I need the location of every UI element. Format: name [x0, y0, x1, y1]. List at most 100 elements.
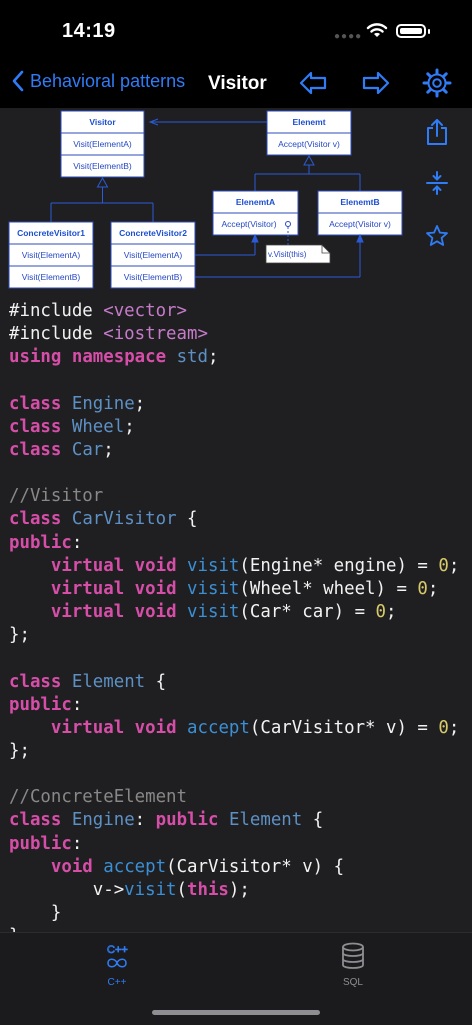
- arrow-left-icon[interactable]: [298, 69, 328, 97]
- code-token: }: [9, 903, 62, 924]
- wifi-icon: [366, 23, 388, 37]
- code-token: :: [71, 694, 83, 715]
- uml-element-title: Elenemt: [292, 117, 325, 127]
- uml-cv2-method: Visit(ElementA): [124, 250, 183, 260]
- collapse-icon[interactable]: [424, 170, 450, 196]
- uml-cv1-method: Visit(ElementA): [22, 250, 81, 260]
- code-token: virtual: [50, 602, 125, 623]
- uml-cv1-title: ConcreteVisitor1: [17, 228, 85, 238]
- uml-note-text: v.Visit(this): [268, 250, 307, 259]
- arrow-right-icon[interactable]: [361, 69, 391, 97]
- code-line: class Engine: public Element {: [9, 810, 323, 830]
- code-token: :: [71, 833, 83, 854]
- uml-class-element-b: ElenemtB Accept(Visitor v): [317, 190, 403, 236]
- code-token: };: [9, 740, 30, 761]
- code-line: #include <iostream>: [9, 324, 208, 344]
- code-line: class CarVisitor {: [9, 509, 198, 529]
- status-time: 14:19: [62, 20, 116, 42]
- tab-cpp[interactable]: C++ C++: [67, 941, 167, 988]
- code-line: virtual void visit(Engine* engine) = 0;: [9, 556, 459, 576]
- code-token: 0: [438, 555, 449, 576]
- uml-cv2-method: Visit(ElementB): [124, 272, 183, 282]
- cellular-signal-icon: ●●●●: [334, 31, 363, 42]
- code-token: public: [155, 810, 219, 831]
- code-token: class: [9, 810, 62, 831]
- code-view: #include <vector> #include <iostream> us…: [9, 300, 459, 932]
- uml-cv1-method: Visit(ElementB): [22, 272, 81, 282]
- code-token: {: [302, 810, 324, 831]
- code-token: using: [9, 347, 62, 368]
- code-line: //ConcreteElement: [9, 787, 187, 807]
- uml-class-element: Elenemt Accept(Visitor v): [266, 110, 352, 156]
- uml-element-b-method: Accept(Visitor v): [329, 219, 391, 229]
- code-token: #include: [9, 301, 104, 321]
- uml-cv2-title: ConcreteVisitor2: [119, 228, 187, 238]
- code-line: virtual void visit(Car* car) = 0;: [9, 602, 397, 622]
- code-token: class: [9, 509, 62, 530]
- code-token: 0: [438, 717, 449, 738]
- code-token: <iostream>: [103, 324, 208, 345]
- uml-visitor-method: Visit(ElementA): [73, 139, 132, 149]
- code-token: 0: [375, 602, 387, 623]
- code-token: (CarVisitor* v) {: [166, 856, 345, 877]
- content-area[interactable]: Visitor Visit(ElementA) Visit(ElementB) …: [0, 108, 472, 932]
- code-token: virtual: [50, 578, 125, 599]
- share-icon[interactable]: [424, 118, 450, 146]
- back-button[interactable]: Behavioral patterns: [12, 70, 185, 92]
- code-token: class: [9, 393, 62, 414]
- star-icon[interactable]: [424, 223, 450, 249]
- uml-class-concrete-visitor-2: ConcreteVisitor2 Visit(ElementA) Visit(E…: [110, 221, 196, 289]
- code-token: 0: [417, 578, 428, 599]
- code-token: );: [228, 879, 250, 900]
- code-token: ;: [448, 717, 460, 738]
- uml-class-concrete-visitor-1: ConcreteVisitor1 Visit(ElementA) Visit(E…: [8, 221, 94, 289]
- code-line: public:: [9, 533, 82, 553]
- uml-visitor-title: Visitor: [89, 117, 116, 127]
- code-token: ;: [448, 555, 460, 576]
- code-token: CarVisitor: [71, 509, 177, 530]
- code-token: #include: [9, 324, 104, 345]
- code-line: #include <vector>: [9, 301, 187, 321]
- tab-sql[interactable]: SQL: [303, 941, 403, 988]
- code-line: class Car;: [9, 440, 114, 460]
- code-token: {: [176, 509, 198, 530]
- code-token: virtual: [50, 717, 125, 738]
- code-line: class Wheel;: [9, 417, 135, 437]
- code-token: public: [9, 833, 72, 854]
- gear-icon[interactable]: [422, 68, 452, 98]
- code-token: :: [134, 810, 156, 831]
- code-token: Element: [71, 671, 146, 692]
- code-token: Wheel: [71, 416, 125, 437]
- svg-text:C++: C++: [107, 944, 128, 956]
- code-token: class: [9, 671, 62, 692]
- tab-sql-label: SQL: [342, 977, 363, 988]
- code-token: void: [134, 555, 177, 576]
- code-line: virtual void visit(Wheel* wheel) = 0;: [9, 579, 438, 599]
- uml-class-visitor: Visitor Visit(ElementA) Visit(ElementB): [60, 110, 145, 178]
- code-token: class: [9, 416, 62, 437]
- code-token: };: [9, 625, 30, 646]
- uml-visitor-method: Visit(ElementB): [73, 161, 132, 171]
- code-token: visit: [187, 602, 240, 623]
- code-token: visit: [124, 879, 177, 900]
- code-token: ;: [207, 347, 219, 368]
- uml-note: v.Visit(this): [265, 244, 331, 264]
- code-token: void: [134, 578, 177, 599]
- status-bar: 14:19 ●●●●: [0, 0, 472, 60]
- code-line: }: [9, 903, 61, 923]
- code-line: //Visitor: [9, 486, 103, 506]
- code-token: :: [71, 532, 83, 553]
- code-token: Element: [228, 810, 303, 831]
